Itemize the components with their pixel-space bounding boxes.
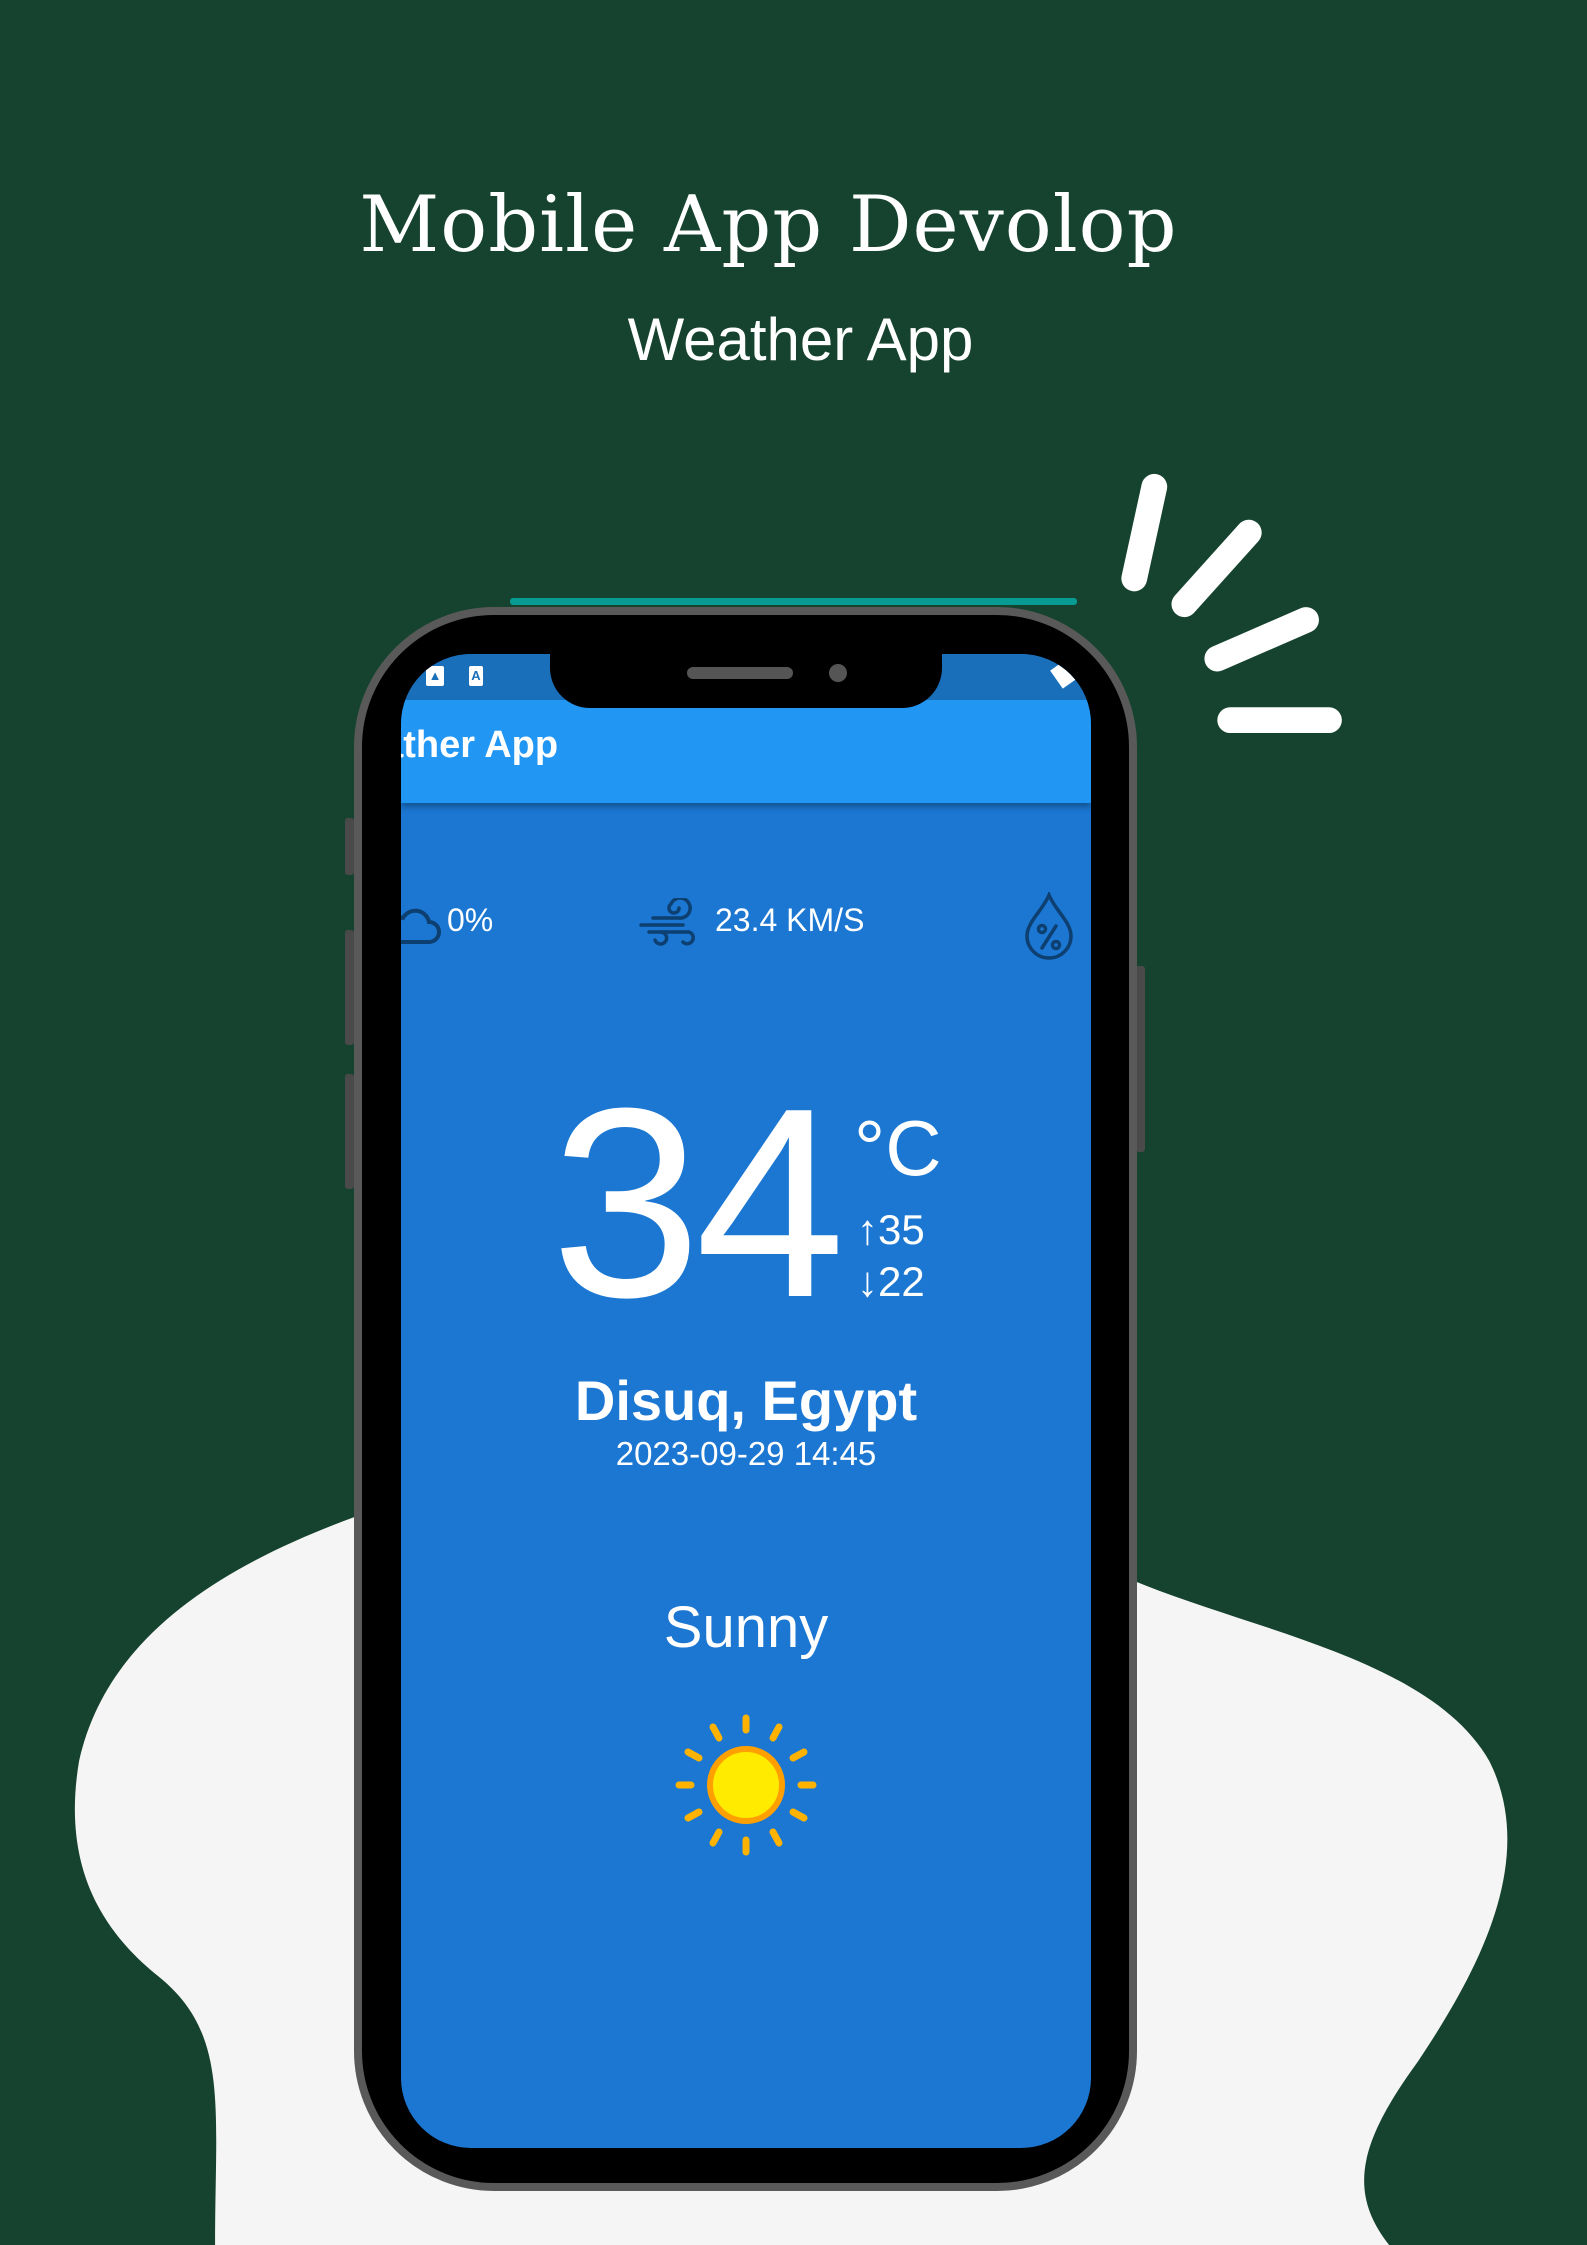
arrow-up-icon: ↑	[857, 1206, 878, 1253]
low-temperature: ↓22	[857, 1258, 925, 1306]
phone-volume-down	[345, 1074, 354, 1189]
humidity-icon	[1025, 892, 1073, 960]
temperature-value: 34	[551, 1053, 845, 1354]
app-title: eather App	[401, 724, 559, 766]
poster-title: Mobile App Devolop	[359, 180, 1178, 270]
cloud-value: 0%	[447, 902, 494, 938]
arrow-down-icon: ↓	[857, 1258, 878, 1305]
phone-side-button	[345, 818, 354, 875]
phone-power-button	[1136, 966, 1145, 1152]
app-bar: eather App	[401, 700, 1091, 803]
accent-bar	[510, 598, 1077, 605]
location-name: Disuq, Egypt	[574, 1369, 918, 1432]
date-time: 2023-09-29 14:45	[615, 1435, 877, 1472]
wind-speed-value: 23.4 KM/S	[715, 902, 865, 938]
cloud-icon	[401, 908, 441, 944]
font-notification-icon: A	[469, 666, 483, 686]
high-value: 35	[878, 1206, 925, 1253]
high-temperature: ↑35	[857, 1206, 925, 1254]
wind-icon	[639, 898, 695, 946]
poster-subtitle: Weather App	[627, 306, 974, 373]
low-value: 22	[878, 1258, 925, 1305]
phone-notch	[550, 654, 942, 708]
sparkle-lines	[1121, 473, 1342, 734]
sun-icon	[675, 1714, 817, 1856]
gallery-notification-icon: ▲	[426, 666, 444, 686]
phone-camera	[829, 664, 847, 682]
weather-condition: Sunny	[663, 1595, 829, 1660]
phone-speaker	[687, 667, 793, 679]
battery-icon	[1050, 661, 1076, 689]
phone-screen: ▲ A eather App 0% 23.4 KM/S 34 °C ↑35 ↓2…	[401, 654, 1091, 2148]
temperature-unit: °C	[854, 1104, 942, 1192]
phone-volume-up	[345, 930, 354, 1045]
